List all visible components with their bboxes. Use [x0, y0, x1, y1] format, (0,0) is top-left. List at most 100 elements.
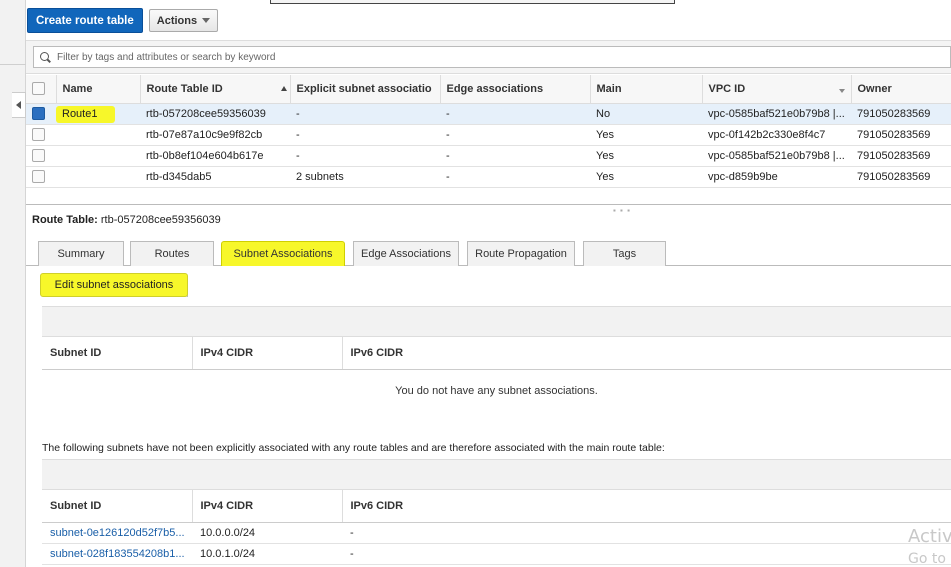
associations-table-wrap: Subnet ID IPv4 CIDR IPv6 CIDR: [42, 306, 951, 370]
ipv4-cell: 10.0.1.0/24: [192, 543, 342, 565]
col-main[interactable]: Main: [589, 75, 702, 104]
vpc-link[interactable]: vpc-0f142b2c330e8f4c7: [702, 124, 851, 146]
search-icon: [40, 51, 51, 63]
main-panel: Create route table Actions Name Route Ta…: [26, 0, 951, 567]
row-checkbox[interactable]: [32, 128, 45, 141]
unassociated-table-band: [42, 459, 951, 490]
name-cell[interactable]: [56, 166, 140, 188]
ipv6-cell: -: [342, 543, 951, 565]
explicit-cell: -: [290, 124, 440, 146]
table-row[interactable]: Route1 rtb-057208cee59356039 - - No vpc-…: [26, 103, 951, 125]
vpc-link[interactable]: vpc-0585baf521e0b79b8 |...: [702, 103, 851, 125]
main-route-table-note: The following subnets have not been expl…: [42, 442, 665, 454]
rail-divider: [0, 64, 26, 65]
filter-input[interactable]: [57, 51, 657, 63]
tab-subnet-associations[interactable]: Subnet Associations: [221, 241, 345, 266]
row-checkbox[interactable]: [32, 170, 45, 183]
subnet-link[interactable]: subnet-028f183554208b1...: [42, 543, 192, 565]
col-vpc-id[interactable]: VPC ID: [701, 75, 851, 104]
toolbar: Create route table Actions: [27, 8, 219, 34]
vpc-link[interactable]: vpc-d859b9be: [702, 166, 851, 188]
table-row[interactable]: rtb-07e87a10c9e9f82cb - - Yes vpc-0f142b…: [26, 124, 951, 146]
chevron-down-icon: [202, 18, 211, 23]
owner-cell: 791050283569: [851, 166, 951, 188]
table-row[interactable]: rtb-0b8ef104e604b617e - - Yes vpc-0585ba…: [26, 145, 951, 167]
empty-associations-message: You do not have any subnet associations.: [395, 385, 598, 397]
collapse-nav-button[interactable]: [12, 92, 26, 118]
row-checkbox-cell[interactable]: [26, 145, 56, 167]
col-vpc-id-label: VPC ID: [708, 82, 746, 95]
owner-cell: 791050283569: [851, 103, 951, 125]
col-owner[interactable]: Owner: [850, 75, 951, 104]
actions-label: Actions: [156, 14, 198, 27]
col-route-table-id[interactable]: Route Table ID: [139, 75, 290, 104]
filter-box[interactable]: [33, 46, 951, 68]
activation-watermark-sub: Go to: [908, 551, 946, 567]
left-nav-rail: [0, 0, 26, 567]
table-row[interactable]: rtb-d345dab5 2 subnets - Yes vpc-d859b9b…: [26, 166, 951, 188]
filter-bar: [26, 40, 951, 74]
route-name: Route1: [56, 105, 116, 123]
tab-tags[interactable]: Tags: [583, 241, 666, 266]
explicit-cell: -: [290, 145, 440, 167]
main-cell: No: [590, 103, 702, 125]
col-route-table-id-label: Route Table ID: [146, 82, 223, 95]
row-checkbox-cell[interactable]: [26, 103, 56, 125]
chevron-left-icon: [16, 101, 21, 109]
tab-summary[interactable]: Summary: [38, 241, 124, 266]
owner-cell: 791050283569: [851, 145, 951, 167]
main-cell: Yes: [590, 124, 702, 146]
detail-title-value: rtb-057208cee59356039: [100, 214, 221, 226]
col-ipv6-cidr[interactable]: IPv6 CIDR: [341, 337, 951, 370]
vpc-link[interactable]: vpc-0585baf521e0b79b8 |...: [702, 145, 851, 167]
drag-handle-icon[interactable]: ▪ ▪ ▪: [613, 206, 631, 215]
row-checkbox-cell[interactable]: [26, 166, 56, 188]
associations-table-band: [42, 306, 951, 337]
detail-title-label: Route Table:: [32, 214, 98, 226]
edit-subnet-associations-button[interactable]: Edit subnet associations: [40, 273, 188, 297]
tab-route-propagation[interactable]: Route Propagation: [467, 241, 575, 266]
chevron-down-icon: [838, 88, 845, 93]
col-ipv6-cidr[interactable]: IPv6 CIDR: [341, 490, 951, 523]
name-cell[interactable]: Route1: [56, 103, 140, 125]
select-all-header[interactable]: [26, 75, 56, 104]
col-explicit-subnet[interactable]: Explicit subnet associatio: [289, 75, 440, 104]
col-ipv4-cidr[interactable]: IPv4 CIDR: [191, 337, 342, 370]
edge-cell: -: [440, 145, 590, 167]
name-cell[interactable]: [56, 124, 140, 146]
row-checkbox[interactable]: [32, 107, 45, 120]
route-table-id-cell: rtb-d345dab5: [140, 166, 290, 188]
main-cell: Yes: [590, 166, 702, 188]
col-subnet-id[interactable]: Subnet ID: [42, 337, 192, 370]
col-edge-associations[interactable]: Edge associations: [439, 75, 590, 104]
row-checkbox[interactable]: [32, 149, 45, 162]
tab-edge-associations[interactable]: Edge Associations: [353, 241, 459, 266]
create-route-table-button[interactable]: Create route table: [27, 8, 143, 33]
edge-cell: -: [440, 103, 590, 125]
tab-routes[interactable]: Routes: [130, 241, 214, 266]
ipv6-cell: -: [342, 522, 951, 544]
col-subnet-id[interactable]: Subnet ID: [42, 490, 192, 523]
col-name[interactable]: Name: [55, 75, 140, 104]
route-table-id-cell: rtb-057208cee59356039: [140, 103, 290, 125]
detail-title: Route Table: rtb-057208cee59356039: [32, 214, 221, 226]
explicit-cell: -: [290, 103, 440, 125]
sort-ascending-icon: [280, 86, 287, 92]
unassociated-table-wrap: Subnet ID IPv4 CIDR IPv6 CIDR subnet-0e1…: [42, 459, 951, 565]
route-table-id-cell: rtb-0b8ef104e604b617e: [140, 145, 290, 167]
subnet-link[interactable]: subnet-0e126120d52f7b5...: [42, 522, 192, 544]
table-row: subnet-028f183554208b1... 10.0.1.0/24 -: [42, 543, 951, 565]
main-cell: Yes: [590, 145, 702, 167]
edge-cell: -: [440, 166, 590, 188]
detail-tabs: Summary Routes Subnet Associations Edge …: [26, 241, 951, 266]
activation-watermark: Activ: [908, 526, 951, 547]
name-cell[interactable]: [56, 145, 140, 167]
row-checkbox-cell[interactable]: [26, 124, 56, 146]
explicit-subnets-link[interactable]: 2 subnets: [290, 166, 440, 188]
select-all-checkbox[interactable]: [32, 82, 45, 96]
actions-dropdown-button[interactable]: Actions: [148, 9, 219, 32]
col-ipv4-cidr[interactable]: IPv4 CIDR: [191, 490, 342, 523]
unassociated-subnets-table: Subnet ID IPv4 CIDR IPv6 CIDR subnet-0e1…: [42, 490, 951, 565]
associations-table: Subnet ID IPv4 CIDR IPv6 CIDR: [42, 337, 951, 370]
pane-splitter[interactable]: ▪ ▪ ▪: [26, 204, 951, 215]
